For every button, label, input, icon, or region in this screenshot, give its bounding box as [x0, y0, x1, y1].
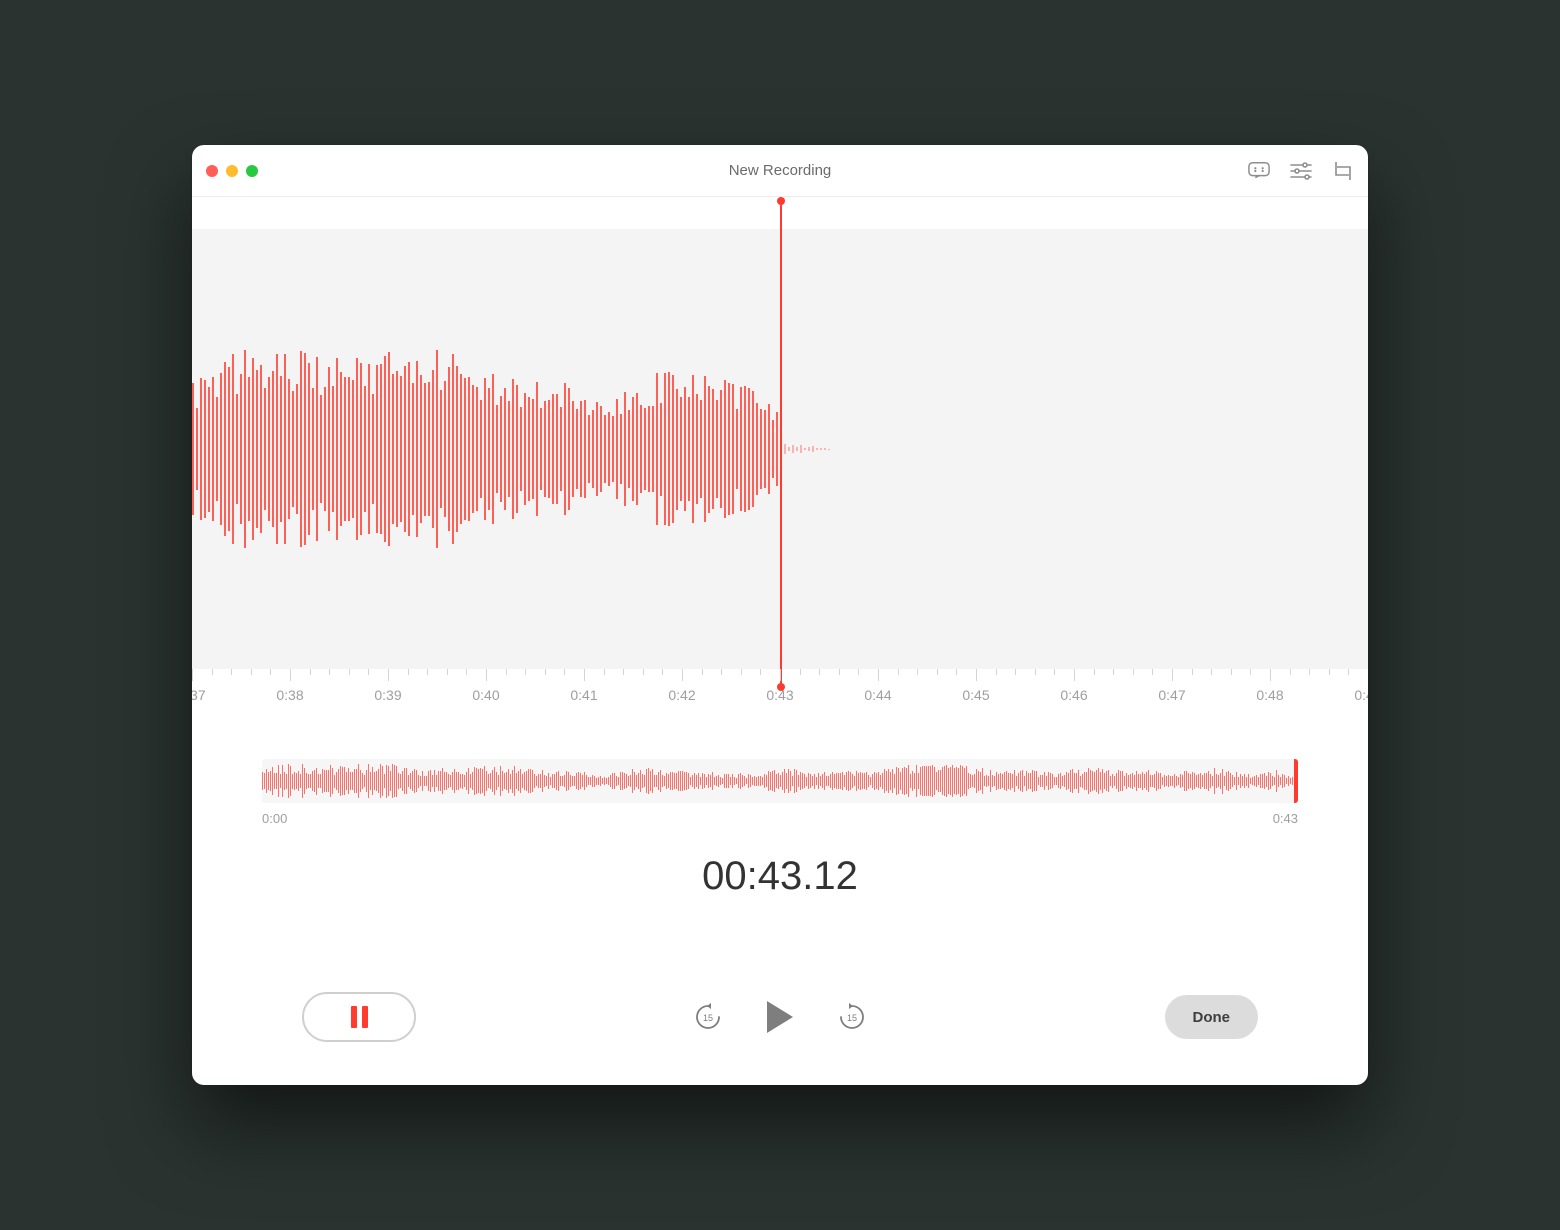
playhead[interactable] — [780, 201, 782, 687]
ruler-label: 0:39 — [374, 687, 401, 703]
window-title: New Recording — [192, 162, 1368, 179]
ruler-label: 0:47 — [1158, 687, 1185, 703]
playback-settings-icon[interactable] — [1290, 160, 1312, 182]
skip-forward-15-button[interactable]: 15 — [837, 1002, 867, 1032]
pause-button[interactable] — [302, 992, 416, 1042]
play-button[interactable] — [765, 1000, 795, 1034]
ruler-label: 0:41 — [570, 687, 597, 703]
ruler-label: 0:40 — [472, 687, 499, 703]
overview-waveform[interactable] — [262, 759, 1298, 803]
titlebar-actions — [1248, 160, 1354, 182]
ruler-label: 0:45 — [962, 687, 989, 703]
trim-icon[interactable] — [1332, 160, 1354, 182]
window-minimize-button[interactable] — [226, 165, 238, 177]
controls-row: 15 15 Done — [192, 965, 1368, 1085]
ruler-label: 0:49 — [1354, 687, 1368, 703]
elapsed-time: 00:43.12 — [192, 854, 1368, 899]
skip-back-15-button[interactable]: 15 — [693, 1002, 723, 1032]
svg-text:15: 15 — [847, 1013, 857, 1023]
window-zoom-button[interactable] — [246, 165, 258, 177]
overview-section: 0:00 0:43 — [262, 759, 1298, 826]
overview-cursor[interactable] — [1294, 759, 1298, 803]
done-button[interactable]: Done — [1165, 995, 1259, 1039]
ruler-label: 0:46 — [1060, 687, 1087, 703]
overview-end-time: 0:43 — [1273, 811, 1298, 826]
ruler-label: 0:44 — [864, 687, 891, 703]
traffic-lights — [206, 165, 258, 177]
timeline-ruler[interactable]: 0:37 0:38 0:39 0:40 0:41 0:42 0:43 0:44 0:45 0:46… — [192, 669, 1368, 711]
playback-controls: 15 15 — [693, 1000, 867, 1034]
voice-memos-window: New Recording — [192, 145, 1368, 1085]
overview-times: 0:00 0:43 — [262, 811, 1298, 826]
transcription-icon[interactable] — [1248, 160, 1270, 182]
ruler-label: 0:43 — [766, 687, 793, 703]
overview-start-time: 0:00 — [262, 811, 287, 826]
ruler-label: 0:37 — [192, 687, 206, 703]
ruler-label: 0:38 — [276, 687, 303, 703]
titlebar: New Recording — [192, 145, 1368, 197]
pause-icon — [351, 1006, 368, 1028]
ruler-label: 0:48 — [1256, 687, 1283, 703]
window-close-button[interactable] — [206, 165, 218, 177]
ruler-label: 0:42 — [668, 687, 695, 703]
ruler-ticks — [192, 669, 1368, 683]
waveform-main[interactable] — [192, 229, 1368, 669]
svg-text:15: 15 — [703, 1013, 713, 1023]
